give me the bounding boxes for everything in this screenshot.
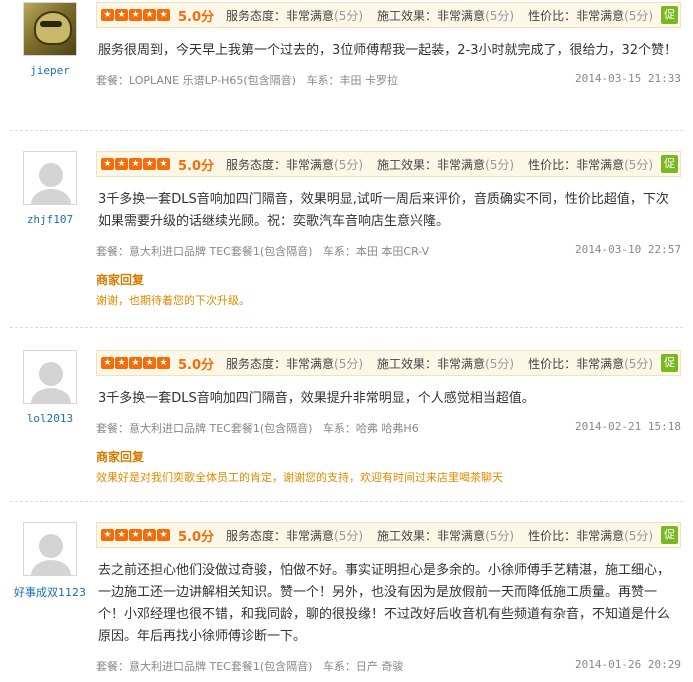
rating-bar: ★ ★ ★ ★ ★ 5.0分 服务态度：非常满意(5分) 施工效果：非常满意(5分) 性… [96,2,681,28]
star-icon: ★ [143,9,156,21]
merchant-reply-title: 商家回复 [96,450,145,464]
rating-score: 5.0分 [178,158,215,174]
metric-effect: 施工效果：非常满意(5分) [377,157,515,172]
review-meta: 套餐：LOPLANE 乐谱LP-H65(包含隔音) 车系：丰田 卡罗拉 2014… [96,72,681,88]
review-text: 3千多换一套DLS音响加四门隔音，效果明显,试听一周后来评价，音质确实不同，性价… [98,192,669,229]
package-info: 套餐：LOPLANE 乐谱LP-H65(包含隔音) 车系：丰田 卡罗拉 [96,74,398,87]
promo-badge-icon: 促 [661,526,678,544]
rating-bar: ★ ★ ★ ★ ★ 5.0分 服务态度：非常满意(5分) 施工效果：非常满意(5分) 性… [96,522,681,548]
metric-value: 性价比：非常满意(5分) [528,157,654,172]
star-icon: ★ [157,357,170,369]
metric-effect: 施工效果：非常满意(5分) [377,356,515,371]
star-icon: ★ [115,9,128,21]
star-icon: ★ [115,158,128,170]
avatar[interactable] [23,350,77,404]
avatar[interactable] [23,2,77,56]
review-meta: 套餐：意大利进口品牌 TEC套餐1(包含隔音) 车系：日产 奇骏 2014-01… [96,658,681,674]
promo-badge-icon: 促 [661,6,678,24]
star-icon: ★ [115,529,128,541]
username-link[interactable]: lol2013 [0,412,100,425]
metric-value: 性价比：非常满意(5分) [528,528,654,543]
review-meta: 套餐：意大利进口品牌 TEC套餐1(包含隔音) 车系：本田 本田CR-V 201… [96,243,681,259]
reviewer-info: 好事成双1123 [0,522,100,600]
package-info: 套餐：意大利进口品牌 TEC套餐1(包含隔音) 车系：本田 本田CR-V [96,245,430,258]
review-text: 3千多换一套DLS音响加四门隔音，效果提升非常明显，个人感觉相当超值。 [98,391,535,406]
review-text: 服务很周到，今天早上我第一个过去的，3位师傅帮我一起装，2-3小时就完成了，很给… [98,43,678,58]
username-link[interactable]: zhjf107 [0,213,100,226]
metric-value: 性价比：非常满意(5分) [528,356,654,371]
review-date: 2014-02-21 15:18 [575,420,681,433]
metric-effect: 施工效果：非常满意(5分) [377,528,515,543]
star-icon: ★ [129,9,142,21]
merchant-reply-text: 谢谢，也期待着您的下次升级。 [96,294,250,307]
merchant-reply-title: 商家回复 [96,273,145,287]
metric-effect: 施工效果：非常满意(5分) [377,8,515,23]
rating-score: 5.0分 [178,9,215,25]
reviewer-info: lol2013 [0,350,100,425]
metric-service: 服务态度：非常满意(5分) [226,157,364,172]
reviewer-info: zhjf107 [0,151,100,226]
star-icon: ★ [101,529,114,541]
reviewer-info: jieper [0,2,100,77]
review-date: 2014-03-15 21:33 [575,72,681,85]
review-meta: 套餐：意大利进口品牌 TEC套餐1(包含隔音) 车系：哈弗 哈弗H6 2014-… [96,420,681,436]
promo-badge-icon: 促 [661,354,678,372]
metric-value: 性价比：非常满意(5分) [528,8,654,23]
package-info: 套餐：意大利进口品牌 TEC套餐1(包含隔音) 车系：哈弗 哈弗H6 [96,422,419,435]
rating-score: 5.0分 [178,357,215,373]
star-icon: ★ [143,529,156,541]
rating-score: 5.0分 [178,529,215,545]
star-icon: ★ [143,357,156,369]
star-icon: ★ [157,9,170,21]
star-rating: ★ ★ ★ ★ ★ [101,9,170,21]
star-icon: ★ [101,9,114,21]
star-icon: ★ [129,158,142,170]
promo-badge-icon: 促 [661,155,678,173]
metric-service: 服务态度：非常满意(5分) [226,356,364,371]
metric-service: 服务态度：非常满意(5分) [226,8,364,23]
avatar[interactable] [23,151,77,205]
rating-bar: ★ ★ ★ ★ ★ 5.0分 服务态度：非常满意(5分) 施工效果：非常满意(5分) 性… [96,350,681,376]
star-icon: ★ [157,158,170,170]
star-icon: ★ [157,529,170,541]
review-content: ★ ★ ★ ★ ★ 5.0分 服务态度：非常满意(5分) 施工效果：非常满意(5分) 性… [96,350,681,485]
star-icon: ★ [101,357,114,369]
star-icon: ★ [143,158,156,170]
merchant-reply-text: 效果好是对我们奕歌全体员工的肯定，谢谢您的支持，欢迎有时间过来店里喝茶聊天 [96,471,503,484]
divider [10,130,683,131]
username-link[interactable]: 好事成双1123 [0,584,100,600]
star-icon: ★ [129,529,142,541]
review-text: 去之前还担心他们没做过奇骏，怕做不好。事实证明担心是多余的。小徐师傅手艺精湛，施… [98,563,671,644]
review-content: ★ ★ ★ ★ ★ 5.0分 服务态度：非常满意(5分) 施工效果：非常满意(5分) 性… [96,522,681,674]
avatar[interactable] [23,522,77,576]
star-rating: ★ ★ ★ ★ ★ [101,529,170,541]
divider [10,501,683,502]
rating-bar: ★ ★ ★ ★ ★ 5.0分 服务态度：非常满意(5分) 施工效果：非常满意(5分) 性… [96,151,681,177]
star-rating: ★ ★ ★ ★ ★ [101,158,170,170]
review-content: ★ ★ ★ ★ ★ 5.0分 服务态度：非常满意(5分) 施工效果：非常满意(5分) 性… [96,151,681,308]
review-date: 2014-03-10 22:57 [575,243,681,256]
star-icon: ★ [115,357,128,369]
divider [10,327,683,328]
review-content: ★ ★ ★ ★ ★ 5.0分 服务态度：非常满意(5分) 施工效果：非常满意(5分) 性… [96,2,681,88]
username-link[interactable]: jieper [0,64,100,77]
star-icon: ★ [101,158,114,170]
metric-service: 服务态度：非常满意(5分) [226,528,364,543]
star-icon: ★ [129,357,142,369]
review-date: 2014-01-26 20:29 [575,658,681,671]
star-rating: ★ ★ ★ ★ ★ [101,357,170,369]
package-info: 套餐：意大利进口品牌 TEC套餐1(包含隔音) 车系：日产 奇骏 [96,660,404,673]
